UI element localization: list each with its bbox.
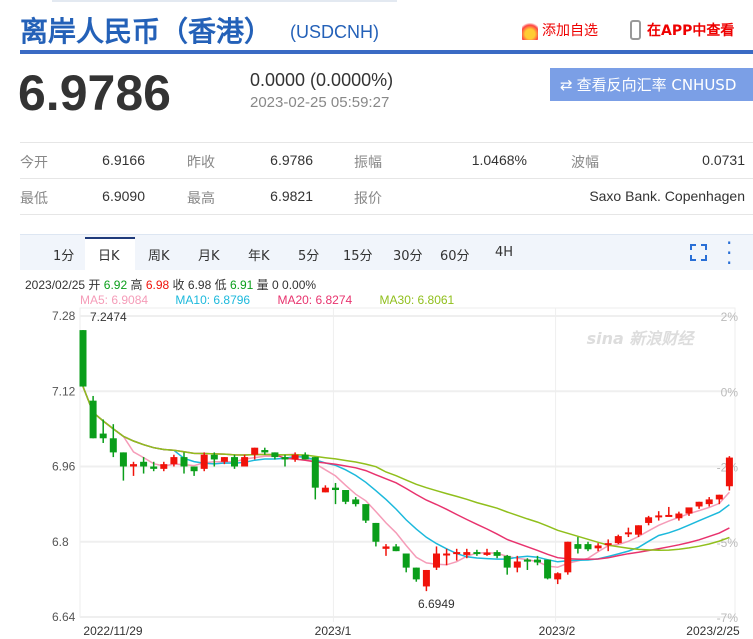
candle-body (210, 454, 218, 460)
plot-frame (79, 307, 736, 618)
x-tick-label: 2023/1 (315, 624, 352, 638)
ma20-line (82, 386, 730, 561)
x-tick-label: 2022/11/29 (83, 624, 142, 638)
candle-body (705, 499, 713, 505)
candle-body (220, 457, 228, 462)
candle-body (645, 517, 653, 523)
candle-body (251, 447, 259, 455)
candle-body (665, 514, 673, 517)
candle-body (119, 452, 127, 467)
candle-body (150, 466, 158, 469)
candle-body (200, 454, 208, 469)
candle-body (493, 552, 501, 556)
candle-body (281, 457, 289, 460)
candle-body (99, 433, 107, 439)
candle-body (463, 552, 471, 555)
candle-body (624, 532, 632, 535)
sina-watermark: sina 新浪财经 (587, 329, 696, 348)
candle-body (231, 457, 238, 467)
candle-body (655, 515, 663, 518)
candle-body (483, 552, 491, 555)
candle-body (675, 513, 683, 519)
candle-body (130, 464, 137, 467)
candle-body (564, 541, 572, 573)
candle-body (604, 543, 612, 546)
candle-body (594, 545, 602, 549)
candle-body (433, 553, 440, 568)
candle-body (291, 454, 299, 460)
y-tick-label: 7.12 (52, 384, 76, 398)
x-tick-label: 2023/2 (539, 624, 576, 638)
candle-body (79, 330, 87, 387)
y-tick-label: 6.96 (52, 460, 76, 474)
candle-body (584, 544, 592, 550)
candle-body (574, 544, 582, 549)
ma5-line (82, 386, 730, 568)
candle-body (190, 466, 198, 472)
candle-body (443, 553, 451, 556)
candle-body (109, 438, 117, 453)
candle-body (725, 457, 733, 487)
candle-body (140, 461, 148, 467)
candle-body (402, 553, 410, 568)
pct-tick-label: -7% (717, 611, 739, 625)
kline-chart[interactable]: 7.282%7.120%6.96-2%6.8-5%6.64-7%2022/11/… (0, 0, 753, 639)
pct-tick-label: 0% (721, 385, 739, 399)
candle-body (170, 457, 178, 465)
candle-body (382, 546, 390, 549)
candle-body (301, 454, 309, 460)
ma30-line (82, 386, 730, 552)
candle-body (321, 487, 329, 493)
ma10-line (82, 386, 730, 563)
candle-body (695, 501, 703, 507)
candle-body (271, 452, 279, 458)
candle-body (503, 555, 511, 568)
candle-body (311, 457, 319, 488)
candle-body (241, 457, 249, 467)
candle-body (422, 569, 430, 587)
candle-body (685, 507, 693, 514)
candle-body (160, 464, 168, 469)
candle-body (180, 457, 188, 467)
y-tick-label: 6.64 (52, 610, 76, 624)
candle-body (534, 559, 541, 563)
pct-tick-label: 2% (721, 310, 739, 324)
candle-body (513, 561, 521, 568)
candle-body (453, 552, 461, 555)
candle-body (372, 522, 380, 542)
candle-body (342, 490, 350, 502)
candle-body (332, 487, 339, 491)
candle-body (614, 536, 622, 544)
candle-body (362, 504, 370, 521)
candle-body (392, 546, 400, 552)
candle-body (473, 552, 481, 555)
candle-body (261, 450, 269, 453)
y-tick-label: 6.8 (52, 535, 69, 549)
max-price-label: 7.2474 (90, 310, 127, 324)
candle-body (412, 567, 420, 580)
x-tick-label: 2023/2/25 (686, 624, 740, 638)
min-price-label: 6.6949 (418, 597, 455, 611)
y-tick-label: 7.28 (52, 309, 76, 323)
candle-body (635, 525, 642, 535)
candle-body (352, 499, 360, 505)
candle-body (554, 573, 562, 580)
candle-body (523, 559, 531, 562)
candle-body (89, 400, 97, 439)
candle-body (544, 559, 552, 579)
candle-body (715, 494, 723, 500)
